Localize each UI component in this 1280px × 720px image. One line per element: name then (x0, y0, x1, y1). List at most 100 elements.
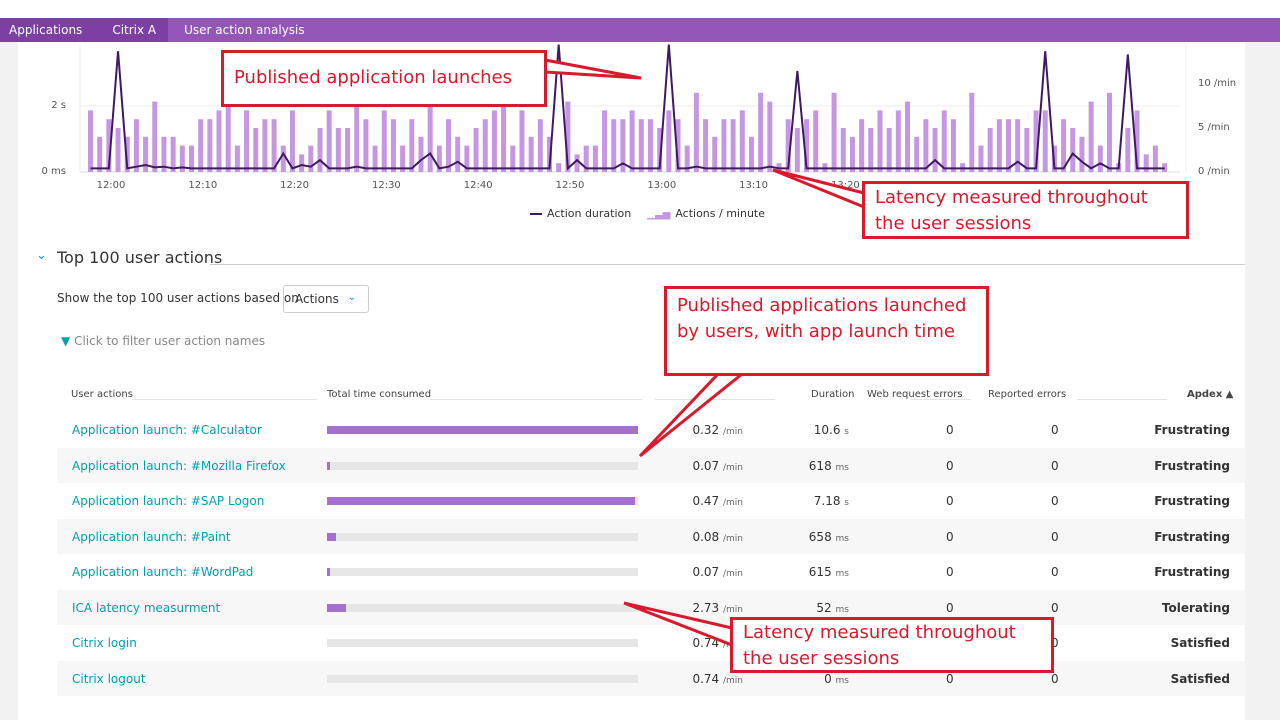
actions-bar[interactable] (455, 136, 461, 172)
user-action-link[interactable]: Application launch: #Calculator (72, 423, 262, 437)
actions-bar[interactable] (611, 119, 617, 172)
header-duration[interactable]: Duration (811, 389, 854, 400)
actions-bar[interactable] (1079, 136, 1085, 172)
actions-bar[interactable] (115, 128, 121, 172)
actions-bar[interactable] (602, 110, 608, 172)
legend-actions-per-minute[interactable]: ▁▃▅ Actions / minute (647, 207, 765, 220)
actions-bar[interactable] (666, 110, 672, 172)
actions-bar[interactable] (1097, 145, 1103, 172)
actions-bar[interactable] (950, 119, 956, 172)
actions-bar[interactable] (721, 119, 727, 172)
table-row[interactable]: Application launch: #WordPad 0.07 /min 6… (57, 554, 1245, 589)
actions-bar[interactable] (941, 110, 947, 172)
table-row[interactable]: Citrix logout 0.74 /min 0 ms 0 0 Satisfi… (57, 660, 1245, 696)
actions-bar[interactable] (170, 136, 176, 172)
actions-bar[interactable] (895, 110, 901, 172)
actions-bar[interactable] (1143, 154, 1149, 172)
actions-bar[interactable] (1024, 128, 1030, 172)
table-row[interactable]: Application launch: #Mozilla Firefox 0.0… (57, 447, 1245, 483)
actions-bar[interactable] (748, 136, 754, 172)
actions-bar[interactable] (1006, 119, 1011, 172)
table-row[interactable]: ICA latency measurment 2.73 /min 52 ms 0… (57, 589, 1245, 625)
actions-bar[interactable] (813, 110, 819, 172)
actions-bar[interactable] (886, 128, 892, 172)
actions-bar[interactable] (409, 119, 415, 172)
actions-bar[interactable] (482, 119, 488, 172)
legend-action-duration[interactable]: Action duration (530, 207, 631, 220)
actions-bar[interactable] (381, 110, 387, 172)
actions-bar[interactable] (859, 119, 865, 172)
actions-bar[interactable] (143, 136, 149, 172)
actions-bar[interactable] (88, 110, 93, 172)
actions-bar[interactable] (1125, 128, 1131, 172)
actions-bar[interactable] (739, 110, 745, 172)
actions-bar[interactable] (987, 128, 993, 172)
actions-bar[interactable] (556, 163, 562, 172)
actions-bar[interactable] (1042, 110, 1048, 172)
actions-bar[interactable] (326, 110, 332, 172)
actions-bar[interactable] (996, 119, 1002, 172)
actions-bar[interactable] (840, 128, 846, 172)
actions-bar[interactable] (198, 119, 204, 172)
actions-bar[interactable] (363, 119, 369, 172)
actions-bar[interactable] (1070, 128, 1076, 172)
actions-bar[interactable] (501, 101, 507, 172)
actions-bar[interactable] (308, 145, 314, 172)
table-row[interactable]: Application launch: #Calculator 0.32 /mi… (57, 412, 1245, 447)
actions-bar[interactable] (216, 110, 222, 172)
actions-bar[interactable] (133, 119, 139, 172)
actions-bar[interactable] (923, 119, 929, 172)
table-row[interactable]: Citrix login 0.74 /min 0 Satisfied (57, 625, 1245, 660)
actions-bar[interactable] (97, 136, 103, 172)
table-row[interactable]: Application launch: #SAP Logon 0.47 /min… (57, 483, 1245, 518)
actions-bar[interactable] (638, 119, 644, 172)
actions-bar[interactable] (152, 101, 158, 172)
actions-bar[interactable] (427, 101, 433, 172)
header-reported-errors[interactable]: Reported errors (988, 389, 1066, 400)
actions-bar[interactable] (849, 136, 855, 172)
user-action-link[interactable]: ICA latency measurment (72, 601, 220, 615)
actions-bar[interactable] (767, 101, 773, 172)
actions-bar[interactable] (317, 128, 323, 172)
actions-bar[interactable] (932, 128, 938, 172)
header-apdex[interactable]: Apdex ▲ (1187, 389, 1233, 400)
actions-bar[interactable] (473, 128, 479, 172)
actions-bar[interactable] (877, 110, 883, 172)
actions-bar[interactable] (280, 145, 286, 172)
actions-bar[interactable] (914, 136, 920, 172)
actions-bar[interactable] (1106, 92, 1112, 172)
user-action-link[interactable]: Application launch: #WordPad (72, 565, 253, 579)
actions-bar[interactable] (491, 110, 497, 172)
actions-bar[interactable] (629, 110, 635, 172)
filter-input[interactable]: ▼ Click to filter user action names (61, 334, 265, 348)
actions-bar[interactable] (794, 128, 800, 172)
actions-bar[interactable] (758, 92, 764, 172)
user-action-link[interactable]: Application launch: #Mozilla Firefox (72, 459, 286, 473)
actions-bar[interactable] (969, 92, 975, 172)
user-action-link[interactable]: Citrix logout (72, 672, 146, 686)
actions-bar[interactable] (446, 119, 452, 172)
section-title[interactable]: Top 100 user actions (57, 248, 222, 267)
actions-bar[interactable] (730, 119, 736, 172)
actions-bar[interactable] (519, 110, 525, 172)
actions-bar[interactable] (390, 119, 396, 172)
actions-bar[interactable] (207, 119, 213, 172)
actions-bar[interactable] (244, 110, 250, 172)
header-user-actions[interactable]: User actions (71, 389, 133, 400)
based-on-select[interactable]: Actions ⌄ (283, 285, 369, 313)
actions-bar[interactable] (289, 110, 295, 172)
collapse-chevron-icon[interactable]: ⌄ (36, 248, 47, 263)
actions-bar[interactable] (335, 128, 341, 172)
actions-bar[interactable] (574, 154, 580, 172)
actions-bar[interactable] (354, 101, 360, 172)
actions-bar[interactable] (712, 136, 718, 172)
table-row[interactable]: Application launch: #Paint 0.08 /min 658… (57, 518, 1245, 554)
user-action-link[interactable]: Application launch: #Paint (72, 530, 231, 544)
actions-bar[interactable] (225, 101, 231, 172)
user-action-link[interactable]: Application launch: #SAP Logon (72, 494, 264, 508)
actions-bar[interactable] (537, 119, 543, 172)
actions-bar[interactable] (345, 128, 351, 172)
actions-bar[interactable] (262, 119, 268, 172)
actions-bar[interactable] (418, 136, 424, 172)
actions-bar[interactable] (647, 119, 653, 172)
